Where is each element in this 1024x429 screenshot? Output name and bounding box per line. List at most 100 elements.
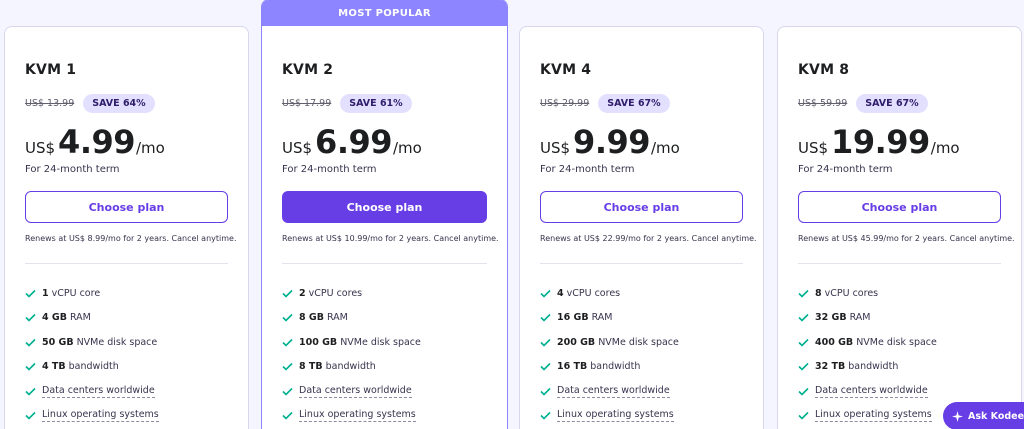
feature-tooltip-link[interactable]: Data centers worldwide	[42, 385, 155, 398]
feature-tooltip-link[interactable]: Linux operating systems	[557, 409, 674, 423]
check-icon	[282, 313, 296, 322]
feature-item: 16 TB bandwidth	[540, 355, 743, 380]
choose-plan-button[interactable]: Choose plan	[798, 191, 1001, 223]
feature-item: Linux operating systems	[25, 404, 228, 429]
feature-item: 100 GB NVMe disk space	[282, 330, 487, 355]
divider	[25, 263, 228, 264]
ask-kodee-button[interactable]: Ask Kodee	[943, 402, 1024, 429]
plan-card-kvm8: KVM 8 US$ 59.99 SAVE 67% US$ 19.99 /mo F…	[777, 26, 1022, 429]
feature-label: RAM	[849, 312, 871, 324]
feature-item: 32 GB RAM	[798, 306, 1001, 331]
sparkle-icon	[952, 410, 963, 422]
feature-value: 4 GB	[42, 312, 67, 324]
feature-value: 2	[299, 287, 306, 299]
feature-item: 4 TB bandwidth	[25, 355, 228, 380]
feature-value: 50 GB	[42, 336, 74, 348]
check-icon	[540, 411, 554, 420]
feature-label: RAM	[69, 312, 91, 324]
feature-item: 8 TB bandwidth	[282, 355, 487, 380]
plan-name: KVM 4	[540, 62, 592, 78]
feature-label: bandwidth	[68, 361, 119, 373]
check-icon	[282, 387, 296, 396]
old-price: US$ 59.99	[798, 97, 848, 109]
plan-name: KVM 8	[798, 62, 850, 78]
plan-card-kvm4: KVM 4 US$ 29.99 SAVE 67% US$ 9.99 /mo Fo…	[519, 26, 764, 429]
feature-value: 8 GB	[299, 312, 324, 324]
plan-card-kvm2: MOST POPULAR KVM 2 US$ 17.99 SAVE 61% US…	[261, 0, 508, 429]
check-icon	[798, 411, 812, 420]
check-icon	[25, 362, 39, 371]
check-icon	[540, 387, 554, 396]
check-icon	[540, 289, 554, 298]
feature-value: 100 GB	[299, 336, 338, 348]
plan-name: KVM 1	[25, 62, 77, 78]
feature-item: Data centers worldwide	[282, 379, 487, 404]
term-text: For 24-month term	[282, 164, 377, 175]
choose-plan-button[interactable]: Choose plan	[25, 191, 228, 223]
feature-value: 400 GB	[815, 336, 854, 348]
feature-tooltip-link[interactable]: Linux operating systems	[815, 409, 932, 423]
check-icon	[25, 313, 39, 322]
price-period: /mo	[393, 139, 422, 157]
check-icon	[540, 313, 554, 322]
plan-card-kvm1: KVM 1 US$ 13.99 SAVE 64% US$ 4.99 /mo Fo…	[4, 26, 249, 429]
feature-label: NVMe disk space	[340, 336, 421, 348]
feature-item: Data centers worldwide	[25, 379, 228, 404]
feature-value: 32 TB	[815, 361, 846, 373]
feature-item: 16 GB RAM	[540, 306, 743, 331]
check-icon	[798, 387, 812, 396]
feature-value: 200 GB	[557, 336, 596, 348]
feature-label: NVMe disk space	[856, 336, 937, 348]
feature-tooltip-link[interactable]: Linux operating systems	[299, 409, 416, 423]
feature-item: Linux operating systems	[540, 404, 743, 429]
feature-item: Data centers worldwide	[540, 379, 743, 404]
save-badge: SAVE 61%	[340, 93, 412, 113]
feature-tooltip-link[interactable]: Data centers worldwide	[557, 385, 670, 398]
check-icon	[798, 338, 812, 347]
feature-item: 200 GB NVMe disk space	[540, 330, 743, 355]
check-icon	[282, 362, 296, 371]
check-icon	[25, 289, 39, 298]
save-badge: SAVE 67%	[856, 93, 928, 113]
feature-value: 1	[42, 287, 49, 299]
old-price: US$ 17.99	[282, 97, 332, 109]
plan-name: KVM 2	[282, 62, 334, 78]
feature-label: NVMe disk space	[76, 336, 158, 348]
check-icon	[25, 387, 39, 396]
feature-tooltip-link[interactable]: Linux operating systems	[42, 409, 159, 423]
feature-value: 4 TB	[42, 361, 66, 373]
choose-plan-button[interactable]: Choose plan	[282, 191, 487, 223]
check-icon	[540, 362, 554, 371]
feature-value: 16 GB	[557, 312, 589, 324]
feature-item: 4 GB RAM	[25, 306, 228, 331]
feature-item: 32 TB bandwidth	[798, 355, 1001, 380]
feature-label: vCPU cores	[824, 287, 879, 299]
divider	[798, 263, 1001, 264]
feature-label: vCPU core	[51, 287, 101, 299]
feature-label: NVMe disk space	[598, 336, 679, 348]
divider	[540, 263, 743, 264]
feature-label: bandwidth	[325, 361, 376, 373]
term-text: For 24-month term	[540, 164, 635, 175]
feature-value: 8	[815, 287, 822, 299]
renew-text: Renews at US$ 10.99/mo for 2 years. Canc…	[282, 234, 499, 243]
feature-item: Linux operating systems	[282, 404, 487, 429]
most-popular-banner: MOST POPULAR	[262, 0, 507, 26]
feature-item: 50 GB NVMe disk space	[25, 330, 228, 355]
choose-plan-button[interactable]: Choose plan	[540, 191, 743, 223]
old-price: US$ 13.99	[25, 97, 75, 109]
feature-tooltip-link[interactable]: Data centers worldwide	[299, 385, 412, 398]
price-period: /mo	[651, 139, 680, 157]
feature-tooltip-link[interactable]: Data centers worldwide	[815, 385, 928, 398]
feature-item: 4 vCPU cores	[540, 281, 743, 306]
price-amount: 4.99	[58, 123, 135, 161]
feature-value: 8 TB	[299, 361, 323, 373]
feature-list: 4 vCPU cores 16 GB RAM 200 GB NVMe disk spa…	[540, 281, 743, 428]
renew-text: Renews at US$ 8.99/mo for 2 years. Cance…	[25, 234, 237, 243]
save-badge: SAVE 64%	[83, 93, 155, 113]
feature-value: 16 TB	[557, 361, 588, 373]
price-amount: 9.99	[573, 123, 650, 161]
check-icon	[798, 289, 812, 298]
check-icon	[25, 411, 39, 420]
feature-item: 8 GB RAM	[282, 306, 487, 331]
